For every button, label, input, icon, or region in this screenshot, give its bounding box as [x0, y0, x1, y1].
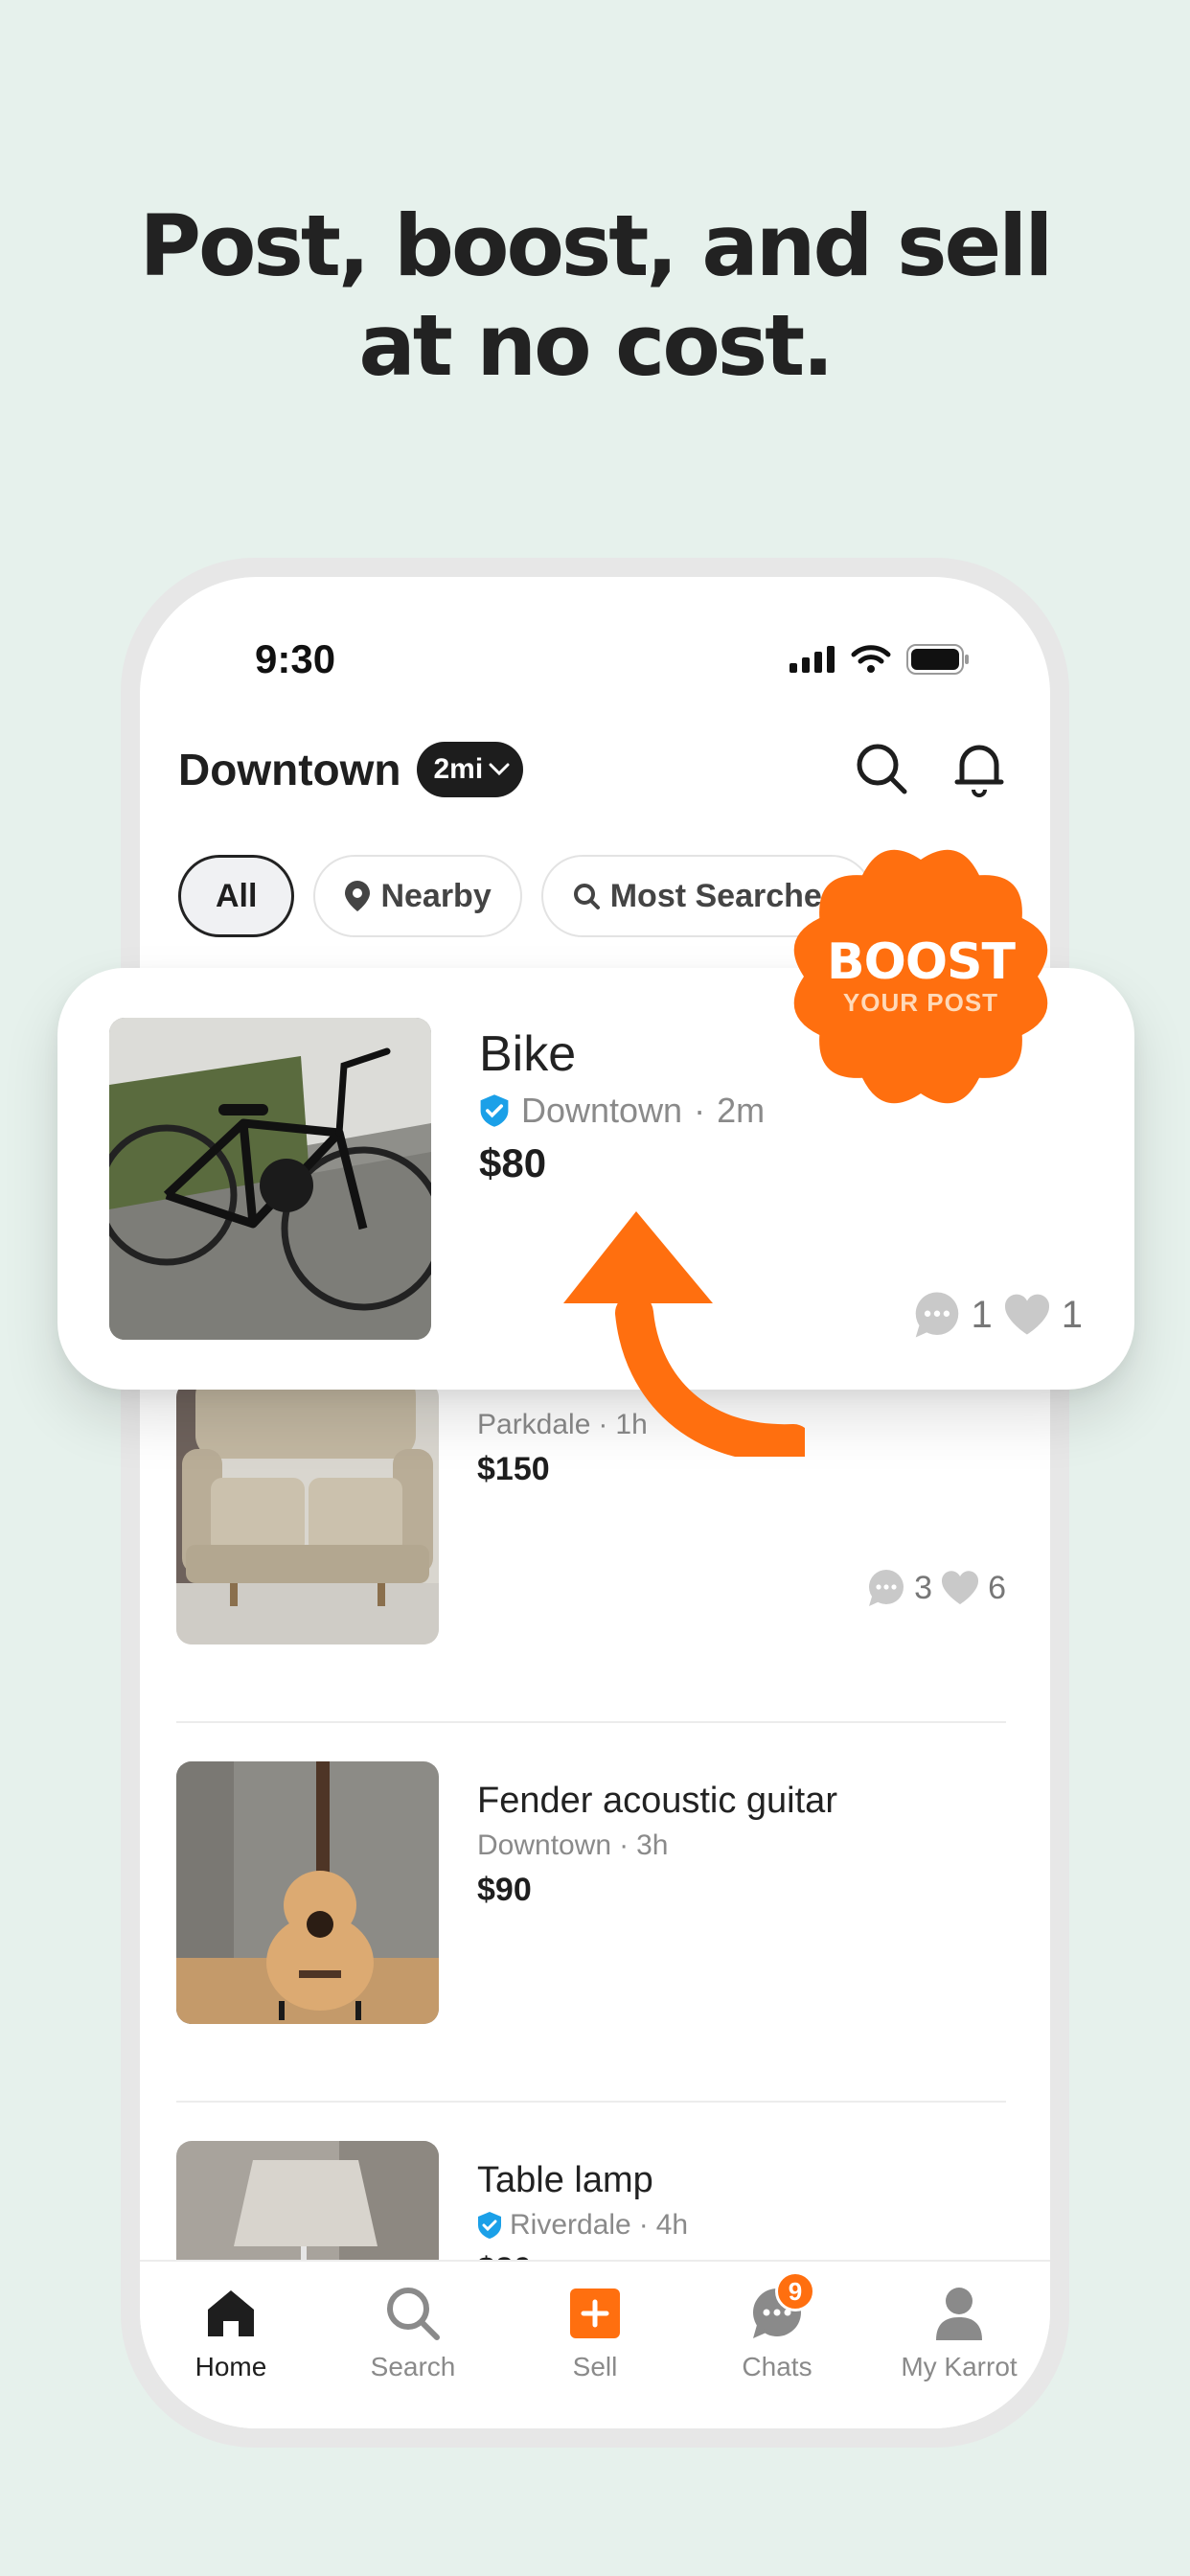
bike-thumbnail: [109, 1018, 431, 1340]
bell-icon[interactable]: [952, 740, 1006, 797]
boost-subtitle: YOUR POST: [842, 987, 999, 1017]
wifi-icon: [851, 645, 891, 673]
listing-location: Downtown: [477, 1829, 612, 1861]
nav-search[interactable]: Search: [322, 2262, 504, 2428]
distance-pill[interactable]: 2mi: [416, 742, 524, 797]
headline-line-2: at no cost.: [358, 296, 834, 395]
location-selector[interactable]: Downtown 2mi: [178, 742, 524, 797]
curved-arrow-icon: [563, 1211, 805, 1457]
search-icon: [387, 2288, 440, 2340]
like-count: 1: [1061, 1293, 1083, 1336]
verified-badge-icon: [478, 2212, 501, 2239]
nav-label: Chats: [742, 2352, 812, 2381]
search-icon[interactable]: [853, 740, 910, 797]
listing-info: Fender acoustic guitar Downtown · 3h $90: [477, 1781, 837, 1909]
chip-all[interactable]: All: [178, 855, 295, 937]
listing-meta: Downtown · 3h: [477, 1829, 837, 1862]
guitar-thumbnail: [176, 1761, 439, 2024]
listing-title: Fender acoustic guitar: [477, 1781, 837, 1821]
nav-label: Sell: [572, 2352, 618, 2381]
home-icon: [208, 2290, 254, 2336]
listing-title: Table lamp: [477, 2160, 653, 2200]
battery-icon: [906, 644, 969, 675]
headline-line-1: Post, boost, and sell: [139, 196, 1054, 295]
listing-meta: Riverdale · 4h: [477, 2209, 688, 2242]
status-time: 9:30: [255, 636, 336, 681]
chevron-down-icon: [489, 763, 510, 776]
nav-chats[interactable]: 9 Chats: [686, 2262, 868, 2428]
chat-bubble-icon: [869, 1570, 904, 1606]
boost-badge: BOOST YOUR POST: [782, 838, 1060, 1116]
listing-time: 3h: [636, 1829, 669, 1861]
nav-home[interactable]: Home: [140, 2262, 322, 2428]
meta-separator: ·: [619, 1829, 629, 1861]
distance-value: 2mi: [433, 753, 484, 785]
chats-badge: 9: [775, 2271, 815, 2312]
listing-location: Riverdale: [510, 2209, 631, 2241]
chip-label: All: [216, 877, 258, 914]
verified-badge-icon: [480, 1094, 509, 1127]
heart-icon: [1004, 1294, 1049, 1335]
plus-icon: [570, 2288, 620, 2338]
heart-icon: [942, 1571, 979, 1604]
nav-label: Home: [195, 2352, 267, 2381]
featured-location: Downtown: [521, 1091, 683, 1130]
nav-label: Search: [370, 2352, 456, 2381]
chip-nearby[interactable]: Nearby: [313, 855, 522, 937]
featured-time: 2m: [717, 1091, 766, 1130]
list-item[interactable]: Fender acoustic guitar Downtown · 3h $90: [176, 1761, 1006, 2103]
nav-sell[interactable]: Sell: [504, 2262, 686, 2428]
search-icon: [573, 884, 600, 909]
nav-label: My Karrot: [901, 2352, 1018, 2381]
location-pin-icon: [345, 881, 371, 911]
status-icons: [790, 644, 970, 675]
signal-icon: [790, 646, 835, 673]
listing-price: $90: [477, 1872, 532, 1908]
location-name: Downtown: [178, 745, 401, 794]
chat-bubble-icon: [915, 1292, 958, 1338]
featured-price: $80: [479, 1140, 547, 1185]
featured-meta: Downtown · 2m: [479, 1091, 765, 1131]
featured-counts: 1 1: [912, 1290, 1083, 1340]
nav-profile[interactable]: My Karrot: [868, 2262, 1050, 2428]
sofa-thumbnail: [176, 1382, 439, 1644]
headline: Post, boost, and sell at no cost.: [0, 196, 1190, 396]
filter-chips: All Nearby Most Searched: [178, 855, 873, 937]
meta-separator: ·: [694, 1091, 706, 1130]
person-icon: [936, 2288, 982, 2340]
like-count: 6: [988, 1569, 1006, 1606]
meta-separator: ·: [638, 2209, 649, 2241]
listing-time: 4h: [655, 2209, 689, 2241]
featured-title: Bike: [479, 1026, 577, 1082]
listing-counts: 3 6: [866, 1568, 1006, 1608]
chip-label: Nearby: [380, 877, 492, 914]
chat-count: 1: [971, 1293, 993, 1336]
header-actions: [853, 740, 1006, 797]
bottom-nav: Home Search Sell 9 Chats My Karrot: [140, 2260, 1050, 2428]
boost-title: BOOST: [827, 932, 1016, 991]
chat-count: 3: [914, 1569, 933, 1606]
